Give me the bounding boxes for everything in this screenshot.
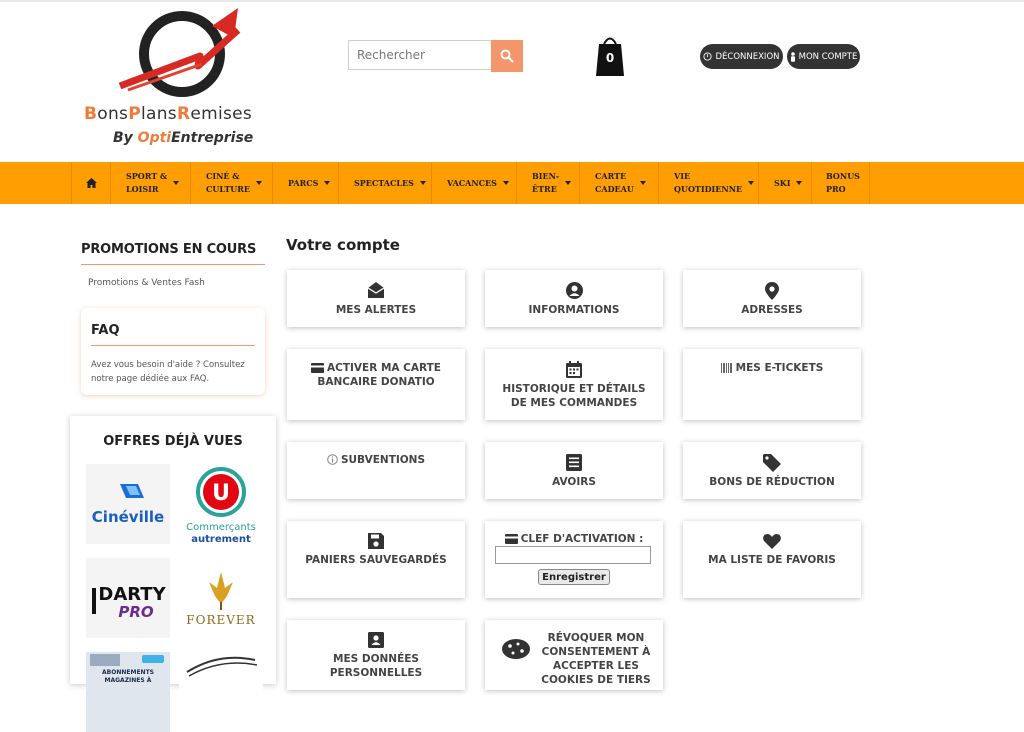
viewed-offers-panel: OFFRES DÉJÀ VUES Cinéville U Commerçants…	[70, 416, 276, 732]
heart-icon	[763, 534, 781, 549]
activation-key-input[interactable]	[495, 546, 651, 564]
cineville-logo: Cinéville	[92, 484, 164, 526]
faq-card[interactable]: FAQ Avez vous besoin d'aide ? Consultez …	[81, 308, 265, 395]
brand-magazines[interactable]: ABONNEMENTS MAGAZINES À	[86, 652, 170, 732]
nav-vie-quotidienne[interactable]: VIE QUOTIDIENNE	[659, 162, 759, 204]
promotions-link[interactable]: Promotions & Ventes Fash	[88, 278, 205, 288]
chevron-down-icon	[639, 181, 646, 185]
nav-sport-loisir[interactable]: SPORT & LOISIR	[111, 162, 191, 204]
offers-title: OFFRES DÉJÀ VUES	[103, 434, 243, 449]
logo-tagline: By OptiEntreprise	[113, 130, 254, 146]
floppy-disk-icon	[368, 533, 384, 549]
nav-bien-etre[interactable]: BIEN- ÊTRE	[517, 162, 580, 204]
divider	[81, 264, 265, 265]
nav-cine-culture[interactable]: CINÉ & CULTURE	[191, 162, 273, 204]
tile-personal-data[interactable]: MES DONNÉES PERSONNELLES	[287, 620, 465, 690]
tile-saved-carts[interactable]: PANIERS SAUVEGARDÉS	[287, 521, 465, 598]
list-alt-icon	[566, 454, 582, 471]
logout-label: DÉCONNEXION	[715, 51, 780, 62]
account-button[interactable]: MON COMPTE	[787, 44, 860, 69]
cart-button[interactable]: 0	[596, 34, 624, 78]
darty-pro-logo: DARTY PRO	[92, 584, 167, 621]
tag-icon	[763, 454, 781, 472]
systeme-u-logo: U Commerçants autrement	[186, 467, 256, 545]
faq-text: Avez vous besoin d'aide ? Consultez notr…	[91, 360, 245, 384]
chevron-down-icon	[748, 181, 755, 185]
search-bar	[348, 40, 523, 72]
barcode-icon	[720, 363, 732, 373]
tile-credits[interactable]: AVOIRS	[485, 442, 663, 499]
svg-text:Cinéville: Cinéville	[92, 508, 164, 526]
tile-information[interactable]: INFORMATIONS	[485, 270, 663, 327]
divider	[91, 345, 255, 346]
logo-wordmark: BonsPlansRemises	[84, 104, 253, 124]
svg-text:U: U	[212, 481, 230, 506]
nav-parcs[interactable]: PARCS	[273, 162, 339, 204]
tile-activate-card[interactable]: ACTIVER MA CARTE BANCAIRE DONATIO	[287, 349, 465, 420]
chevron-down-icon	[565, 181, 572, 185]
svg-text:MAGAZINES À: MAGAZINES À	[105, 677, 152, 684]
tile-favorites[interactable]: MA LISTE DE FAVORIS	[683, 521, 861, 598]
chevron-down-icon	[796, 181, 803, 185]
chevron-down-icon	[256, 181, 262, 185]
faq-title: FAQ	[91, 323, 120, 338]
tile-alerts[interactable]: MES ALERTES	[287, 270, 465, 327]
home-icon	[85, 178, 97, 188]
nav-spectacles[interactable]: SPECTACLES	[339, 162, 432, 204]
id-card-icon	[368, 632, 384, 648]
nav-ski[interactable]: SKI	[759, 162, 812, 204]
main-nav: SPORT & LOISIR CINÉ & CULTURE PARCS SPECTA…	[0, 162, 1024, 204]
chevron-down-icon	[324, 181, 331, 185]
svg-text:PRO: PRO	[118, 603, 154, 621]
credit-card-icon	[311, 363, 325, 373]
tile-etickets[interactable]: MES E-TICKETS	[683, 349, 861, 420]
search-icon	[500, 49, 514, 63]
user-circle-icon	[565, 282, 583, 299]
tile-addresses[interactable]: ADRESSES	[683, 270, 861, 327]
map-marker-icon	[765, 282, 779, 300]
chevron-down-icon	[419, 181, 426, 185]
user-icon	[790, 51, 795, 62]
nav-vacances[interactable]: VACANCES	[432, 162, 517, 204]
account-label: MON COMPTE	[798, 51, 858, 62]
page-title: Votre compte	[286, 236, 400, 254]
svg-text:DARTY: DARTY	[98, 584, 166, 605]
logout-button[interactable]: DÉCONNEXION	[700, 44, 783, 69]
brand-forever[interactable]: FOREVER	[179, 558, 263, 638]
cart-count: 0	[605, 51, 615, 65]
magazines-logo: ABONNEMENTS MAGAZINES À	[90, 654, 164, 684]
chevron-down-icon	[502, 181, 509, 185]
nav-home[interactable]	[71, 162, 111, 204]
calendar-icon	[566, 361, 582, 378]
search-button[interactable]	[491, 40, 523, 72]
save-activation-key-button[interactable]: Enregistrer	[538, 569, 610, 585]
tile-subsidies[interactable]: SUBVENTIONS	[287, 442, 465, 499]
tile-cookies[interactable]: RÉVOQUER MON CONSENTEMENT À ACCEPTER LES…	[485, 620, 663, 690]
top-border	[0, 0, 1024, 2]
svg-text:autrement: autrement	[191, 534, 251, 544]
brand-swoosh[interactable]	[179, 652, 263, 732]
brand-cineville[interactable]: Cinéville	[86, 464, 170, 544]
brand-systeme-u[interactable]: U Commerçants autrement	[179, 464, 263, 545]
promotions-title: PROMOTIONS EN COURS	[81, 242, 257, 257]
envelope-open-icon	[367, 282, 385, 298]
tile-vouchers[interactable]: BONS DE RÉDUCTION	[683, 442, 861, 499]
cookie-icon	[502, 639, 530, 659]
brand-darty-pro[interactable]: DARTY PRO	[86, 558, 170, 638]
info-circle-icon	[327, 454, 338, 465]
forever-logo: FOREVER	[186, 572, 255, 627]
nav-bonus-pro[interactable]: BONUS PRO	[812, 162, 870, 204]
svg-text:Commerçants: Commerçants	[186, 522, 256, 533]
search-input[interactable]	[348, 40, 491, 70]
swoosh-logo	[186, 656, 258, 677]
credit-card-icon	[504, 534, 518, 544]
nav-carte-cadeau[interactable]: CARTE CADEAU	[580, 162, 659, 204]
svg-text:ABONNEMENTS: ABONNEMENTS	[102, 669, 154, 676]
svg-text:FOREVER: FOREVER	[186, 613, 255, 627]
tile-activation-key: CLEF D'ACTIVATION : Enregistrer	[485, 521, 663, 598]
tile-orders[interactable]: HISTORIQUE ET DÉTAILS DE MES COMMANDES	[485, 349, 663, 420]
chevron-down-icon	[173, 181, 180, 185]
power-icon	[703, 52, 713, 61]
